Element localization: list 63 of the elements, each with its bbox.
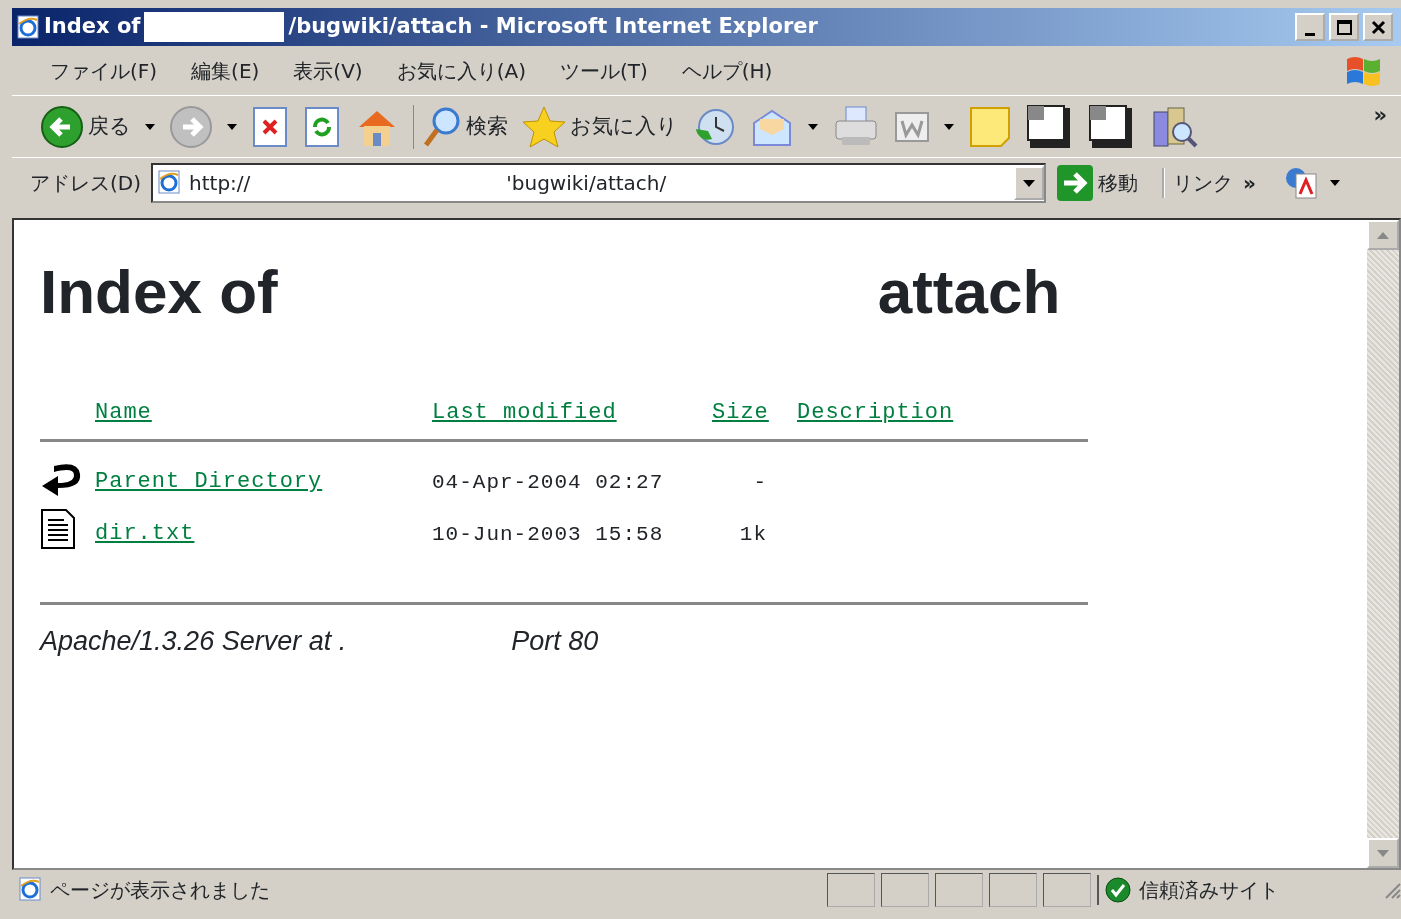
page-icon [18,876,44,904]
window-title: /bugwiki/attach - Microsoft Internet Explorer [288,13,819,41]
caret-icon[interactable] [1329,180,1340,186]
status-panel [989,873,1037,907]
server-signature: Apache/1.3.26 Server at . [40,625,347,659]
page-icon [157,169,183,197]
column-header-link[interactable]: Description [797,396,954,430]
menu-item[interactable]: ファイル(F) [50,55,158,86]
scroll-up-button[interactable] [1367,220,1399,250]
date-cell-text: 10-Jun-2003 15:58 [432,521,664,548]
column-header-link[interactable]: Size [712,396,769,430]
down-icon [1377,849,1389,857]
check-icon [1105,877,1131,903]
text-file-icon [40,508,76,551]
minimize-button[interactable] [1295,13,1325,41]
address-field[interactable]: http:// 'bugwiki/attach/ [151,163,1046,203]
scroll-down-button[interactable] [1367,838,1399,868]
column-header-link[interactable]: Last modified [432,396,617,430]
close-button[interactable] [1363,13,1393,41]
caret-icon[interactable] [227,123,237,130]
pdf-icon[interactable] [1283,166,1320,200]
menu-item[interactable]: ツール(T) [559,55,648,86]
menu-item[interactable]: 編集(E) [191,55,260,86]
status-panel [935,873,983,907]
links-label[interactable]: リンク [1162,168,1233,198]
browser-icon [16,14,40,40]
maximize-icon[interactable] [1335,18,1353,36]
search-button[interactable]: 検索 [413,104,508,149]
date-cell-text: 04-Apr-2004 02:27 [432,469,664,496]
menu-item[interactable]: 表示(V) [293,55,363,86]
status-panel [881,873,929,907]
menu-item[interactable]: お気に入り(A) [396,55,526,86]
page-heading: attach [877,258,1061,327]
size-cell-text: - [753,469,767,496]
status-panel [827,873,875,907]
address-label: アドレス(D) [30,170,141,197]
maximize-button[interactable] [1329,13,1359,41]
caret-icon[interactable] [808,123,818,130]
window-title: Index of [44,13,141,41]
dropdown-icon[interactable] [1023,179,1035,187]
status-panel [1043,873,1091,907]
server-signature: Port 80 [511,625,599,659]
page-heading: Index of [40,258,278,327]
favorites-button[interactable]: お気に入り [522,104,678,149]
star-icon [522,104,566,149]
file-link[interactable]: Parent Directory [95,465,323,499]
stop-icon[interactable] [251,104,289,149]
toolbar-overflow-button[interactable]: » [1373,100,1387,132]
size-cell-text: 1k [739,521,767,548]
back-label[interactable]: 戻る [88,110,131,143]
close-icon[interactable] [1369,18,1387,36]
file-link[interactable]: dir.txt [95,517,195,551]
security-zone-text: 信頼済みサイト [1139,877,1279,904]
links-overflow-button[interactable]: » [1243,168,1256,198]
menu-item[interactable]: ヘルプ(H) [681,55,773,86]
up-icon [1377,231,1389,239]
refresh-icon[interactable] [303,104,341,149]
caret-icon[interactable] [145,123,155,130]
status-text: ページが表示されました [50,877,271,904]
go-button[interactable]: 移動 [1056,164,1138,202]
column-header-link[interactable]: Name [95,396,152,430]
resize-grip-icon [1383,881,1401,899]
caret-icon[interactable] [944,123,954,130]
